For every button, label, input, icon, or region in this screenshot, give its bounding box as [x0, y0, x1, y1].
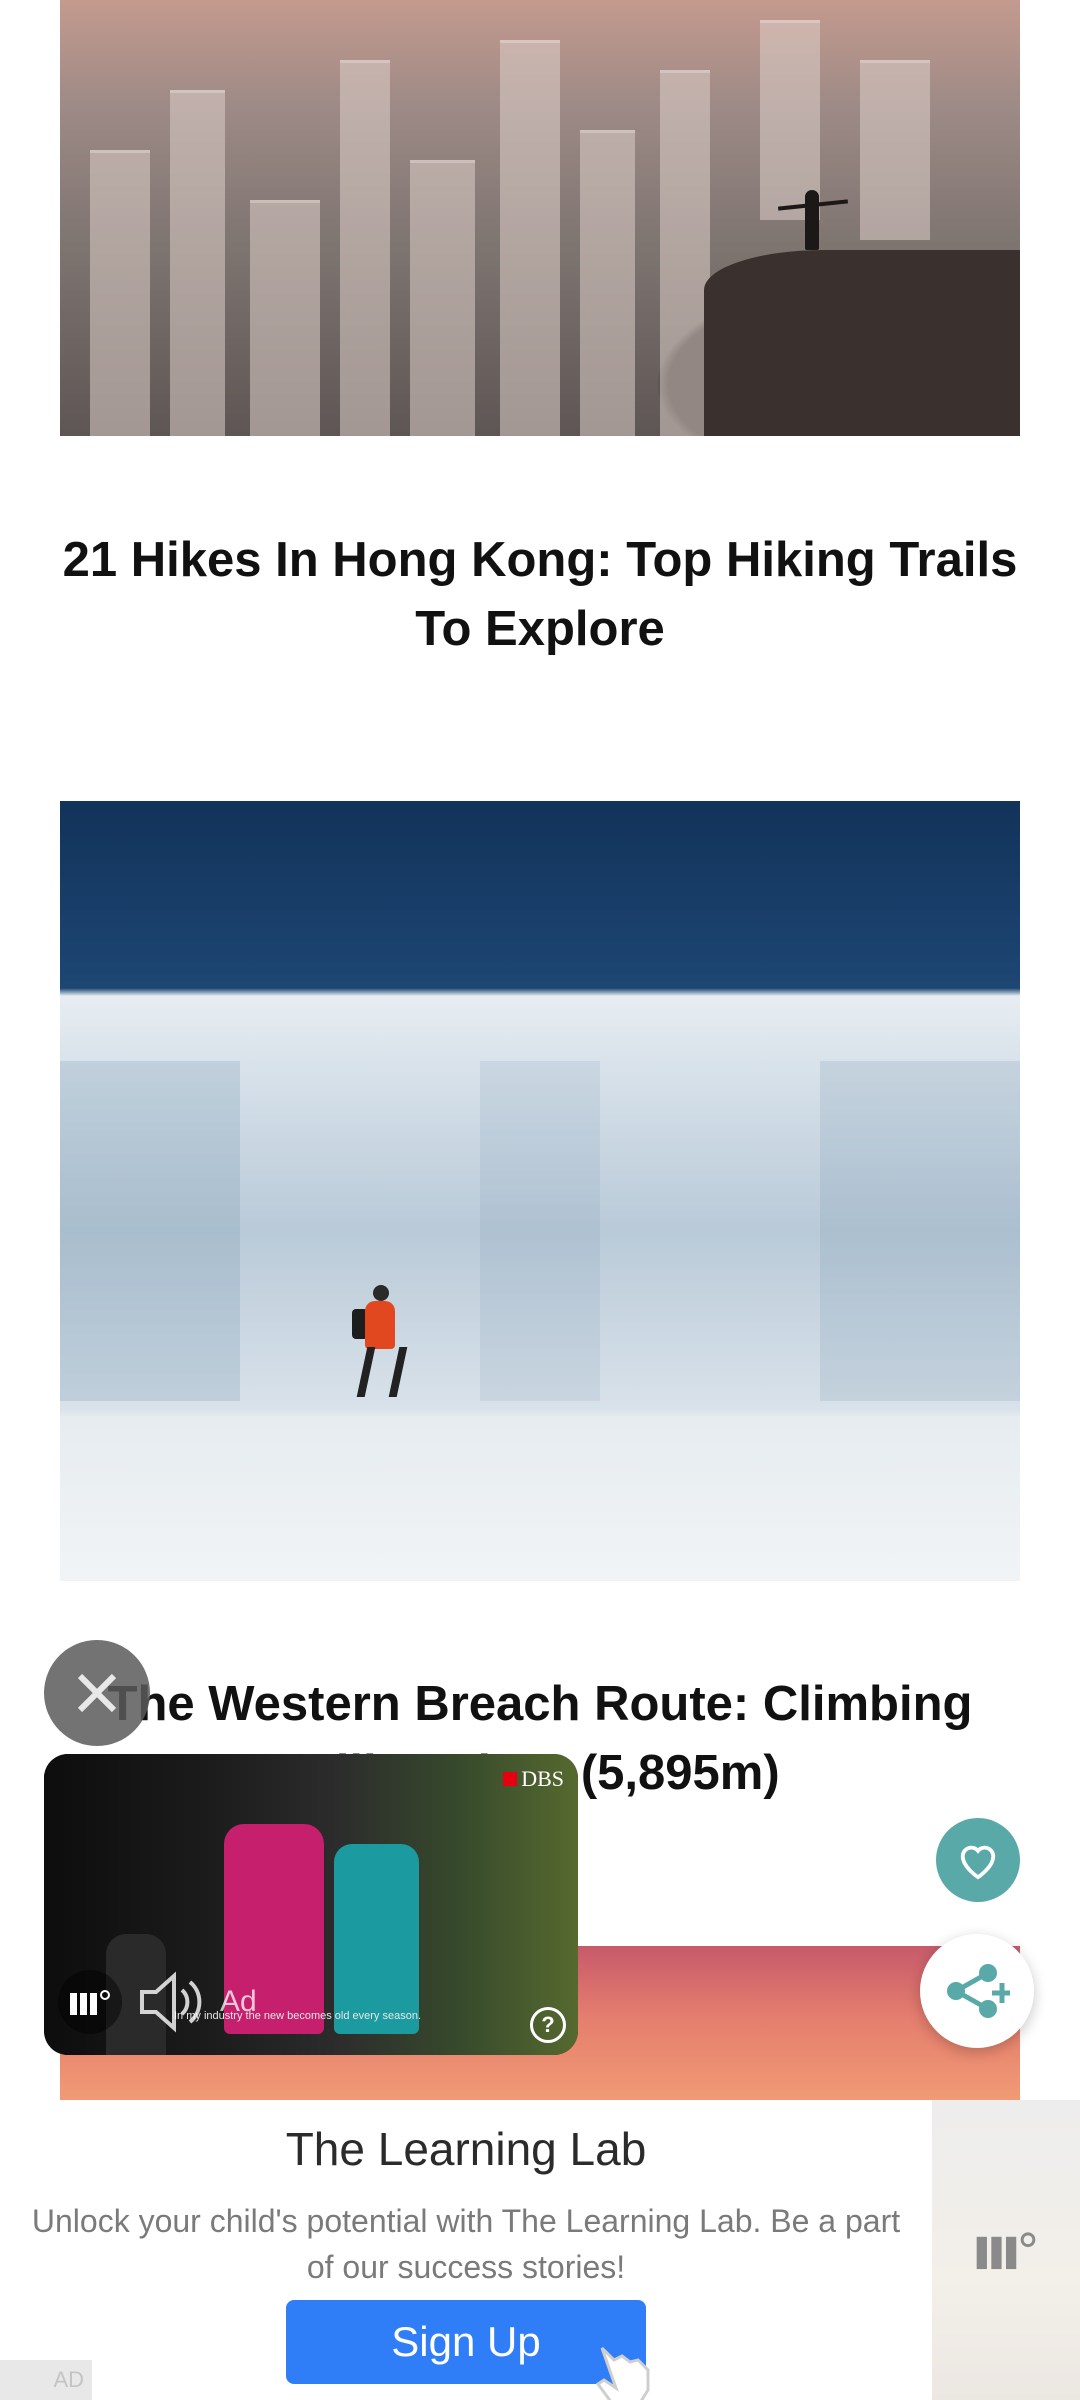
help-icon[interactable]: ? — [530, 2007, 566, 2043]
article-title[interactable]: 21 Hikes In Hong Kong: Top Hiking Trails… — [60, 526, 1020, 664]
video-ad[interactable]: DBS In my industry the new becomes old e… — [44, 1754, 578, 2055]
banner-title: The Learning Lab — [285, 2123, 647, 2175]
banner-ad[interactable]: The Learning Lab Unlock your child's pot… — [0, 2100, 1080, 2400]
article-image-kilimanjaro[interactable] — [60, 801, 1020, 1581]
ad-brand-logo: DBS — [503, 1766, 564, 1792]
ad-network-logo — [58, 1970, 122, 2034]
banner-side-panel — [932, 2100, 1080, 2400]
share-icon — [947, 1964, 1010, 2018]
article-image-hong-kong[interactable] — [60, 0, 1020, 436]
banner-description: Unlock your child's potential with The L… — [31, 2203, 901, 2285]
ad-tag: AD — [0, 2360, 92, 2400]
heart-icon — [960, 1845, 996, 1880]
share-button[interactable] — [920, 1934, 1034, 2048]
close-ad-button[interactable] — [44, 1640, 150, 1746]
close-icon — [77, 1673, 117, 1713]
ad-network-logo — [976, 2232, 1036, 2270]
favorite-button[interactable] — [936, 1818, 1020, 1902]
speaker-icon[interactable] — [136, 1970, 206, 2034]
hand-pointer-icon — [595, 2346, 650, 2400]
ad-label: Ad — [220, 1985, 257, 2018]
